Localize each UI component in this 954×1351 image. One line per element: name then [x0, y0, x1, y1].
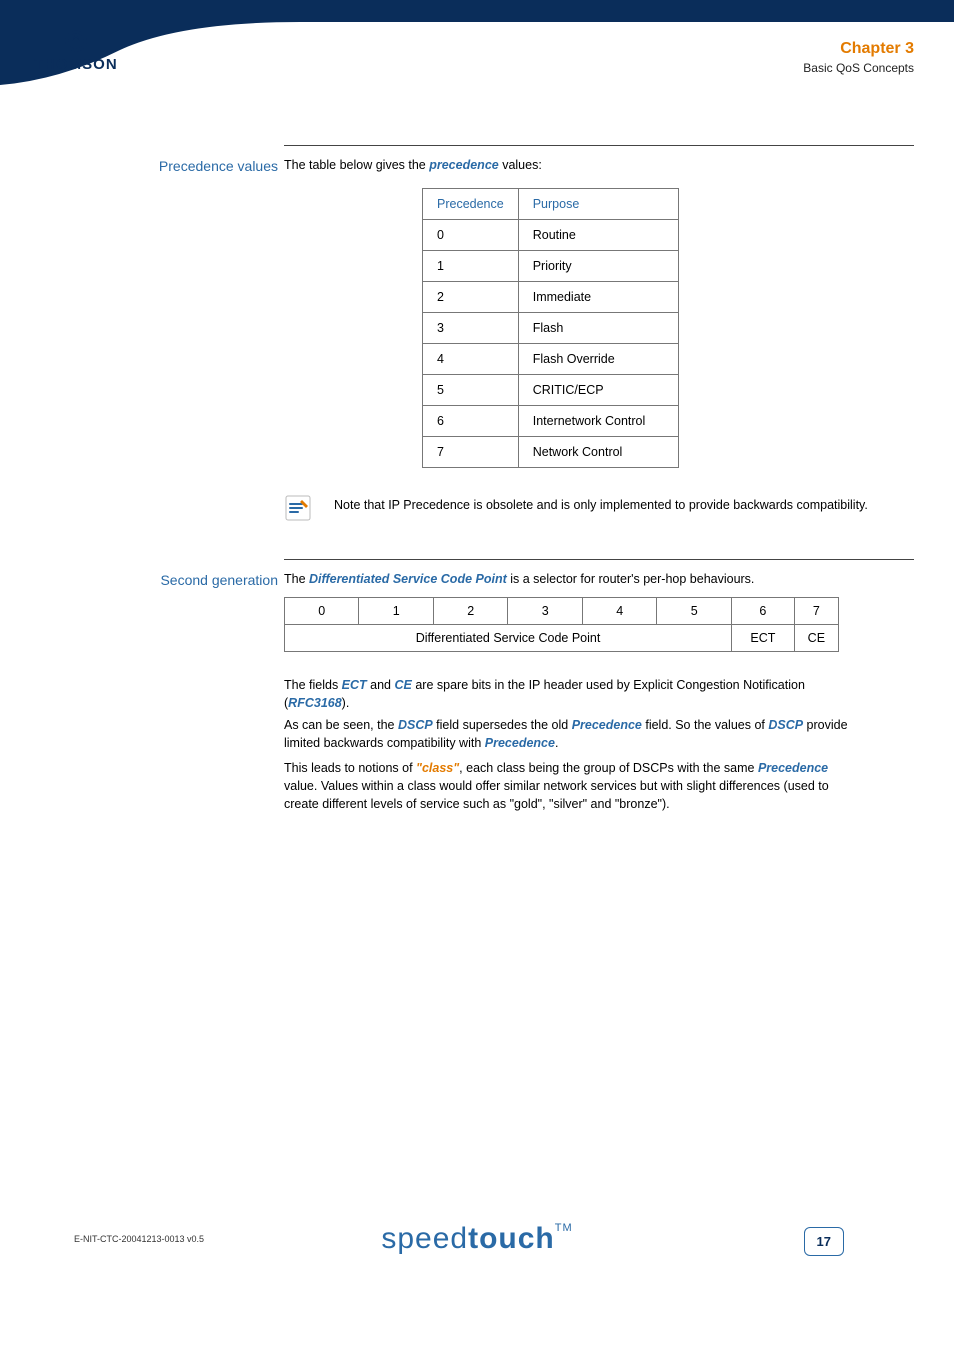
- chapter-heading: Chapter 3 Basic QoS Concepts: [803, 40, 914, 75]
- term-precedence: Precedence: [485, 736, 555, 750]
- table-row: 6Internetwork Control: [423, 406, 679, 437]
- cell: CRITIC/ECP: [518, 375, 678, 406]
- table-row: 1Priority: [423, 251, 679, 282]
- text: value. Values within a class would offer…: [284, 779, 829, 811]
- side-heading-precedence: Precedence values: [118, 158, 278, 174]
- cell: 7: [423, 437, 519, 468]
- note-text: Note that IP Precedence is obsolete and …: [334, 496, 894, 514]
- table-row: 3Flash: [423, 313, 679, 344]
- text: The table below gives the: [284, 158, 429, 172]
- chapter-subtitle: Basic QoS Concepts: [803, 61, 914, 75]
- cell: 2: [433, 598, 507, 625]
- field-row: Differentiated Service Code Point ECT CE: [285, 625, 839, 652]
- cell: 5: [423, 375, 519, 406]
- term-dscp: DSCP: [768, 718, 803, 732]
- col-purpose: Purpose: [518, 189, 678, 220]
- term-precedence: Precedence: [758, 761, 828, 775]
- cell: Internetwork Control: [518, 406, 678, 437]
- table-row: 7Network Control: [423, 437, 679, 468]
- text: The fields: [284, 678, 342, 692]
- col-precedence: Precedence: [423, 189, 519, 220]
- cell-dscp: Differentiated Service Code Point: [285, 625, 732, 652]
- text: , each class being the group of DSCPs wi…: [459, 761, 758, 775]
- text: As can be seen, the: [284, 718, 398, 732]
- text: is a selector for router's per-hop behav…: [507, 572, 755, 586]
- cell-ect: ECT: [732, 625, 795, 652]
- table-header-row: Precedence Purpose: [423, 189, 679, 220]
- section-rule: [284, 145, 914, 146]
- cell: 6: [732, 598, 795, 625]
- table-row: 0Routine: [423, 220, 679, 251]
- paragraph-ect-ce: The fields ECT and CE are spare bits in …: [284, 676, 854, 712]
- cell: 4: [423, 344, 519, 375]
- cell: 4: [582, 598, 656, 625]
- table-row: 4Flash Override: [423, 344, 679, 375]
- cell: 5: [657, 598, 732, 625]
- text: values:: [499, 158, 542, 172]
- term-rfc3168: RFC3168: [288, 696, 342, 710]
- cell: 3: [423, 313, 519, 344]
- section-rule: [284, 559, 914, 560]
- paragraph-class: This leads to notions of "class", each c…: [284, 759, 854, 813]
- text: and: [367, 678, 395, 692]
- brand-bold: touch: [468, 1222, 555, 1255]
- cell: Flash: [518, 313, 678, 344]
- chapter-number: Chapter 3: [803, 40, 914, 58]
- term-class: "class": [416, 761, 459, 775]
- term-dscp: DSCP: [398, 718, 433, 732]
- cell-ce: CE: [794, 625, 838, 652]
- precedence-table: Precedence Purpose 0Routine 1Priority 2I…: [422, 188, 679, 468]
- term-ect: ECT: [342, 678, 367, 692]
- paragraph-dscp-supersedes: As can be seen, the DSCP field supersede…: [284, 716, 854, 752]
- cell: 3: [508, 598, 582, 625]
- cell: 2: [423, 282, 519, 313]
- brand-pre: speed: [381, 1222, 468, 1255]
- text: .: [555, 736, 558, 750]
- cell: Network Control: [518, 437, 678, 468]
- table-row: 5CRITIC/ECP: [423, 375, 679, 406]
- term-ce: CE: [394, 678, 411, 692]
- brand-tm: TM: [555, 1222, 573, 1234]
- cell: 7: [794, 598, 838, 625]
- cell: 1: [359, 598, 433, 625]
- cell: 6: [423, 406, 519, 437]
- second-gen-intro: The Differentiated Service Code Point is…: [284, 570, 914, 588]
- term-precedence: Precedence: [572, 718, 642, 732]
- cell: 0: [423, 220, 519, 251]
- cell: Routine: [518, 220, 678, 251]
- cell: 1: [423, 251, 519, 282]
- text: The: [284, 572, 309, 586]
- term-precedence: precedence: [429, 158, 498, 172]
- cell: Priority: [518, 251, 678, 282]
- cell: 0: [285, 598, 359, 625]
- precedence-intro: The table below gives the precedence val…: [284, 156, 914, 174]
- table-row: 2Immediate: [423, 282, 679, 313]
- text: field supersedes the old: [433, 718, 572, 732]
- note-block: Note that IP Precedence is obsolete and …: [284, 496, 894, 514]
- text: This leads to notions of: [284, 761, 416, 775]
- page-number: 17: [804, 1227, 844, 1256]
- brand-logo: THOMSON: [34, 30, 118, 73]
- side-heading-second-gen: Second generation: [118, 572, 278, 588]
- text: field. So the values of: [642, 718, 768, 732]
- dscp-bit-table: 0 1 2 3 4 5 6 7 Differentiated Service C…: [284, 597, 839, 652]
- term-dscp-long: Differentiated Service Code Point: [309, 572, 507, 586]
- text: ).: [342, 696, 350, 710]
- cell: Immediate: [518, 282, 678, 313]
- cell: Flash Override: [518, 344, 678, 375]
- bit-row: 0 1 2 3 4 5 6 7: [285, 598, 839, 625]
- brand-icon: [34, 30, 118, 56]
- brand-text: THOMSON: [34, 56, 118, 73]
